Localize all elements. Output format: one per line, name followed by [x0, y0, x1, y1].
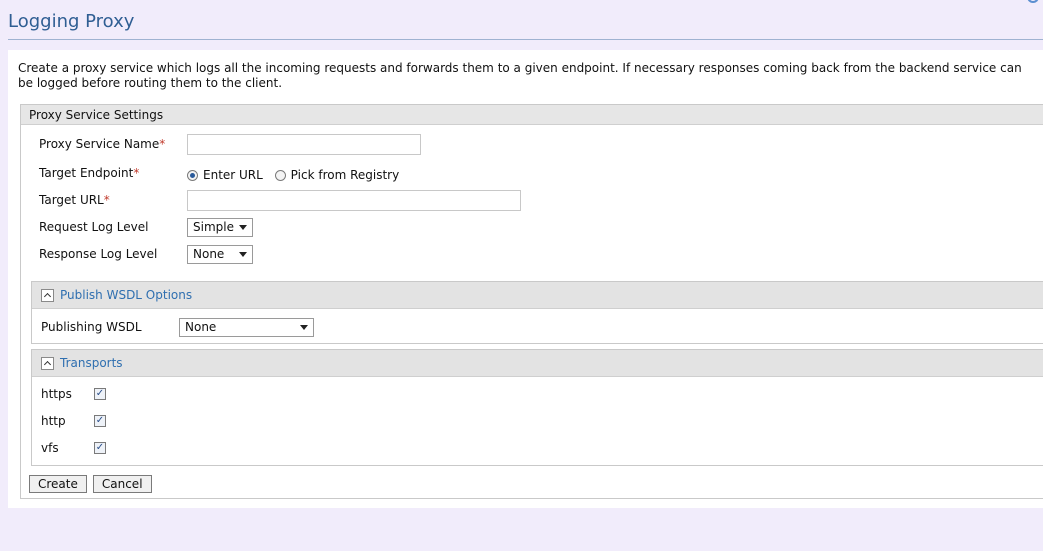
publish-wsdl-options-section: Publish WSDL Options Publishing WSDL Non… — [31, 281, 1043, 344]
transport-https-checkbox[interactable]: ✓ — [94, 388, 106, 400]
proxy-service-settings-panel: Proxy Service Settings Proxy Service Nam… — [20, 104, 1043, 499]
publishing-wsdl-label: Publishing WSDL — [41, 320, 142, 334]
publishing-wsdl-row: Publishing WSDL None — [41, 316, 314, 338]
transport-vfs-label: vfs — [41, 441, 59, 455]
create-button[interactable]: Create — [29, 475, 87, 493]
pick-from-registry-label[interactable]: Pick from Registry — [291, 168, 400, 182]
page-description: Create a proxy service which logs all th… — [18, 61, 1022, 90]
proxy-service-name-input[interactable] — [187, 133, 421, 155]
transport-vfs-checkbox[interactable]: ✓ — [94, 442, 106, 454]
title-divider — [8, 39, 1043, 40]
collapse-icon[interactable] — [41, 356, 54, 370]
cancel-button[interactable]: Cancel — [92, 475, 152, 493]
publish-wsdl-options-header[interactable]: Publish WSDL Options — [32, 282, 1043, 309]
pick-from-registry-radio[interactable] — [274, 169, 286, 181]
check-icon: ✓ — [95, 442, 105, 453]
proxy-service-name-row: Proxy Service Name* — [39, 133, 421, 155]
request-log-level-label: Request Log Level — [39, 220, 149, 234]
target-endpoint-radio-group: Enter URL Pick from Registry — [187, 168, 407, 182]
response-log-level-row: Response Log Level None — [39, 243, 253, 265]
proxy-service-name-label: Proxy Service Name* — [39, 137, 166, 151]
help-icon[interactable] — [1027, 0, 1039, 3]
form-actions: Create Cancel — [29, 475, 152, 493]
main-content: Create a proxy service which logs all th… — [8, 50, 1043, 508]
target-endpoint-label: Target Endpoint* — [39, 166, 140, 180]
collapse-icon[interactable] — [41, 288, 54, 302]
transports-header[interactable]: Transports — [32, 350, 1043, 377]
check-icon: ✓ — [95, 415, 105, 426]
required-marker: * — [133, 166, 140, 180]
target-url-label: Target URL* — [39, 193, 110, 207]
publishing-wsdl-select[interactable]: None — [179, 317, 314, 337]
target-endpoint-row: Target Endpoint* Enter URL Pick from Reg… — [39, 162, 407, 184]
request-log-level-value: Simple — [193, 220, 234, 234]
check-icon: ✓ — [95, 388, 105, 399]
enter-url-radio[interactable] — [187, 169, 198, 181]
transport-http-row: http ✓ — [41, 410, 106, 432]
settings-header: Proxy Service Settings — [21, 105, 1043, 125]
transport-https-label: https — [41, 387, 72, 401]
transport-https-row: https ✓ — [41, 383, 106, 405]
page-title: Logging Proxy — [8, 11, 135, 32]
response-log-level-select[interactable]: None — [187, 244, 253, 264]
chevron-down-icon — [300, 324, 308, 330]
transports-title[interactable]: Transports — [60, 356, 123, 370]
publishing-wsdl-value: None — [185, 320, 217, 334]
required-marker: * — [159, 137, 166, 151]
transport-http-checkbox[interactable]: ✓ — [94, 415, 106, 427]
transport-http-label: http — [41, 414, 66, 428]
request-log-level-select[interactable]: Simple — [187, 217, 253, 237]
required-marker: * — [103, 193, 110, 207]
target-url-row: Target URL* — [39, 189, 521, 211]
response-log-level-label: Response Log Level — [39, 247, 158, 261]
enter-url-label[interactable]: Enter URL — [203, 168, 263, 182]
chevron-down-icon — [239, 251, 247, 257]
target-url-input[interactable] — [187, 189, 521, 211]
transports-section: Transports https ✓ http ✓ vfs ✓ — [31, 349, 1043, 466]
chevron-down-icon — [239, 224, 247, 230]
transport-vfs-row: vfs ✓ — [41, 437, 106, 459]
publish-wsdl-options-title[interactable]: Publish WSDL Options — [60, 288, 192, 302]
request-log-level-row: Request Log Level Simple — [39, 216, 253, 238]
response-log-level-value: None — [193, 247, 225, 261]
